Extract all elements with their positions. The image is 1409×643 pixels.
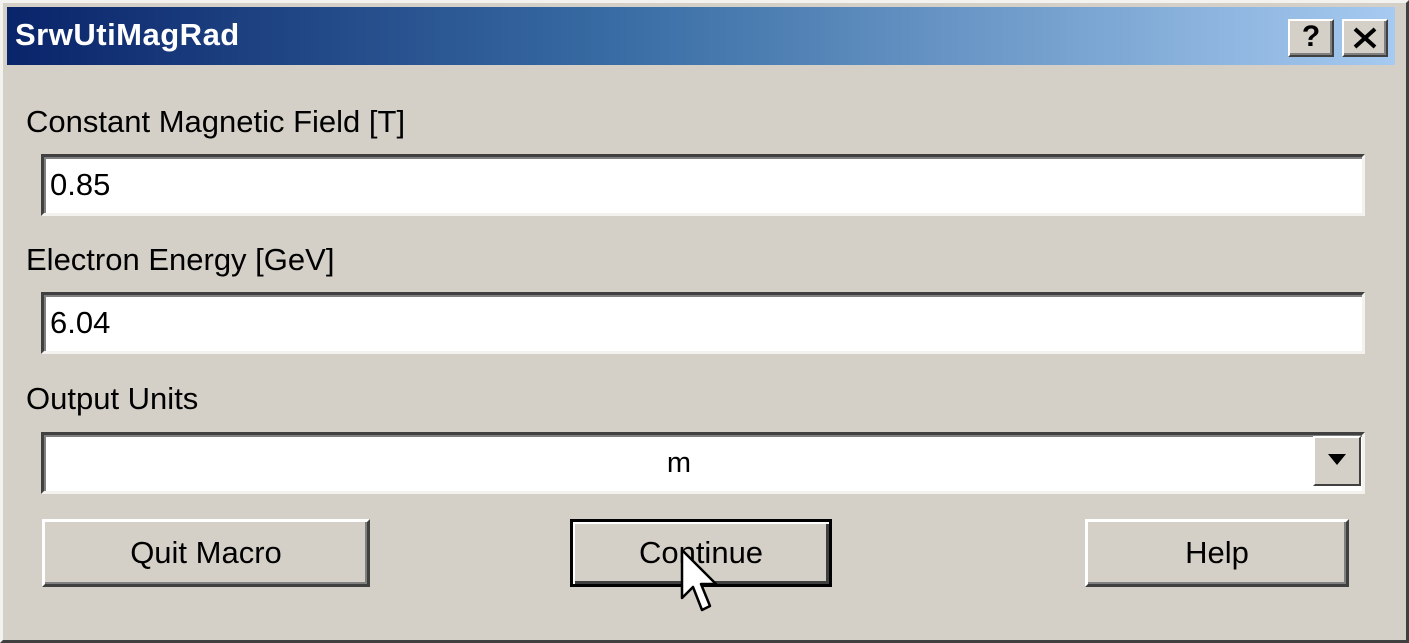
output-units-select[interactable]: m <box>41 432 1365 494</box>
electron-energy-input[interactable] <box>50 301 1350 345</box>
quit-macro-button[interactable]: Quit Macro <box>42 519 370 587</box>
close-icon <box>1353 27 1377 49</box>
output-units-value: m <box>666 447 692 479</box>
output-units-label: Output Units <box>26 381 199 416</box>
help-title-button[interactable]: ? <box>1288 19 1334 57</box>
help-button[interactable]: Help <box>1085 519 1349 587</box>
magnetic-field-label: Constant Magnetic Field [T] <box>26 104 406 139</box>
electron-energy-field[interactable] <box>41 292 1365 354</box>
close-button[interactable] <box>1342 19 1388 57</box>
dropdown-arrow-icon <box>1328 454 1346 465</box>
magnetic-field-input[interactable] <box>50 163 1350 207</box>
title-bar[interactable]: SrwUtiMagRad ? <box>7 7 1395 65</box>
magnetic-field-field[interactable] <box>41 154 1365 216</box>
window-title: SrwUtiMagRad <box>15 17 240 52</box>
electron-energy-label: Electron Energy [GeV] <box>26 242 335 277</box>
mouse-cursor-icon <box>680 548 718 612</box>
output-units-dropdown-button[interactable] <box>1313 436 1361 486</box>
